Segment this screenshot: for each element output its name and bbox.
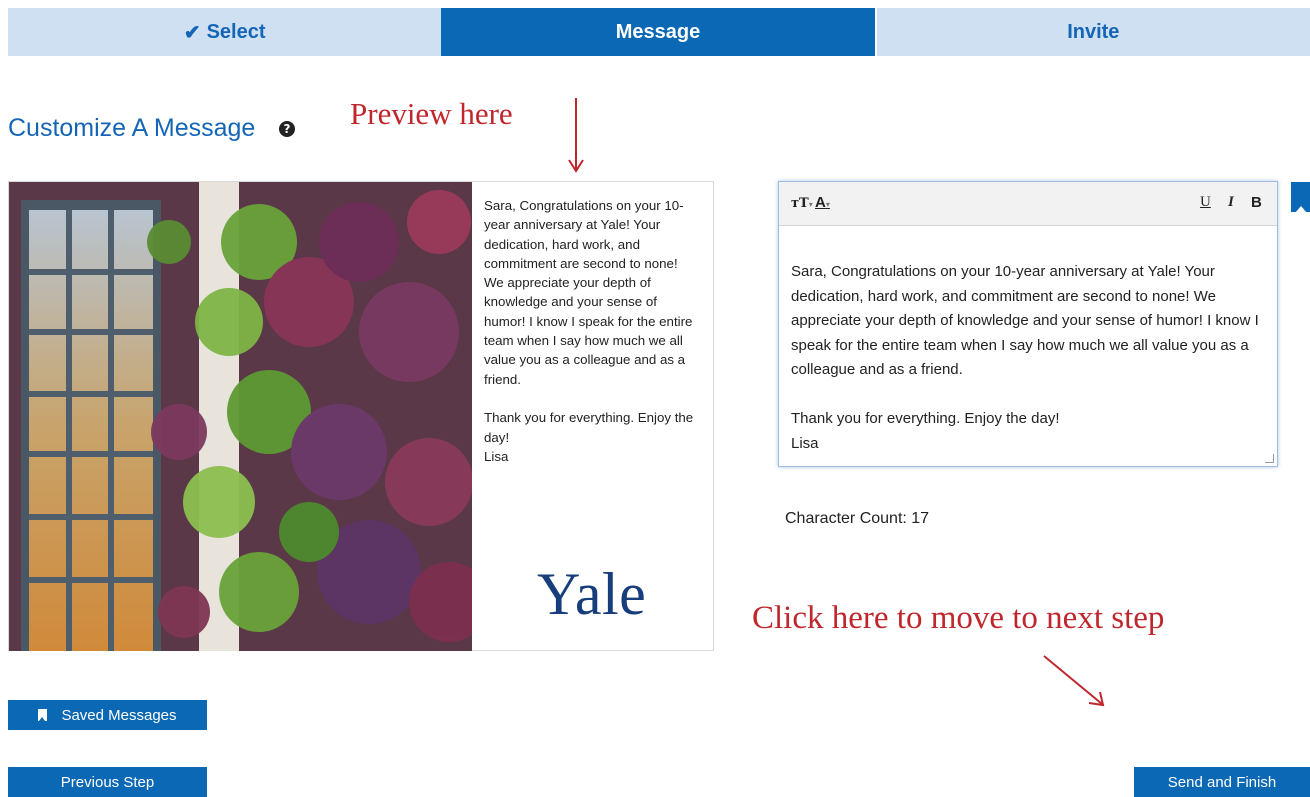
next-step-annotation: Click here to move to next step	[752, 600, 1165, 636]
tab-select-label: Select	[206, 20, 266, 43]
preview-annotation: Preview here	[350, 96, 513, 131]
step-tabs: ✔ Select Message Invite	[8, 8, 1310, 56]
saved-messages-label: Saved Messages	[61, 706, 177, 724]
editor-textarea[interactable]: Sara, Congratulations on your 10-year an…	[791, 260, 1266, 456]
ivy-window-image	[9, 182, 472, 651]
page-title: Customize A Message	[8, 114, 256, 142]
font-size-button[interactable]: тT▾	[791, 196, 813, 211]
send-and-finish-label: Send and Finish	[1167, 773, 1277, 791]
card-preview: Sara, Congratulations on your 10-year an…	[8, 181, 714, 651]
font-color-icon: A	[815, 194, 826, 211]
message-editor[interactable]: тT▾ A▾ U I B Sara, Congratulations on yo…	[778, 181, 1278, 467]
bookmark-icon	[38, 709, 48, 721]
yale-logo: Yale	[537, 561, 647, 627]
resize-handle[interactable]	[1265, 454, 1274, 463]
tab-message[interactable]: Message	[441, 8, 875, 56]
underline-button[interactable]: U	[1200, 194, 1211, 211]
tab-message-label: Message	[615, 20, 701, 43]
editor-toolbar: тT▾ A▾ U I B	[779, 182, 1277, 226]
preview-arrow-icon	[568, 98, 584, 173]
italic-button[interactable]: I	[1228, 194, 1234, 211]
character-count: Character Count: 17	[785, 510, 930, 527]
bold-button[interactable]: B	[1251, 194, 1262, 211]
font-color-button[interactable]: A▾	[815, 194, 830, 211]
next-step-arrow-icon	[1043, 655, 1105, 707]
tab-invite[interactable]: Invite	[874, 8, 1310, 56]
font-size-icon: тT	[791, 196, 809, 211]
card-message: Sara, Congratulations on your 10-year an…	[484, 198, 694, 464]
tab-invite-label: Invite	[1067, 20, 1120, 43]
saved-messages-button[interactable]: Saved Messages	[8, 700, 207, 730]
bookmark-icon[interactable]	[1291, 182, 1310, 213]
previous-step-label: Previous Step	[60, 773, 155, 791]
question-circle-icon[interactable]: ?	[279, 121, 295, 137]
tab-select[interactable]: ✔ Select	[8, 8, 442, 56]
caret-down-icon: ▾	[825, 200, 830, 209]
check-icon: ✔	[183, 21, 201, 44]
caret-down-icon: ▾	[808, 200, 813, 209]
